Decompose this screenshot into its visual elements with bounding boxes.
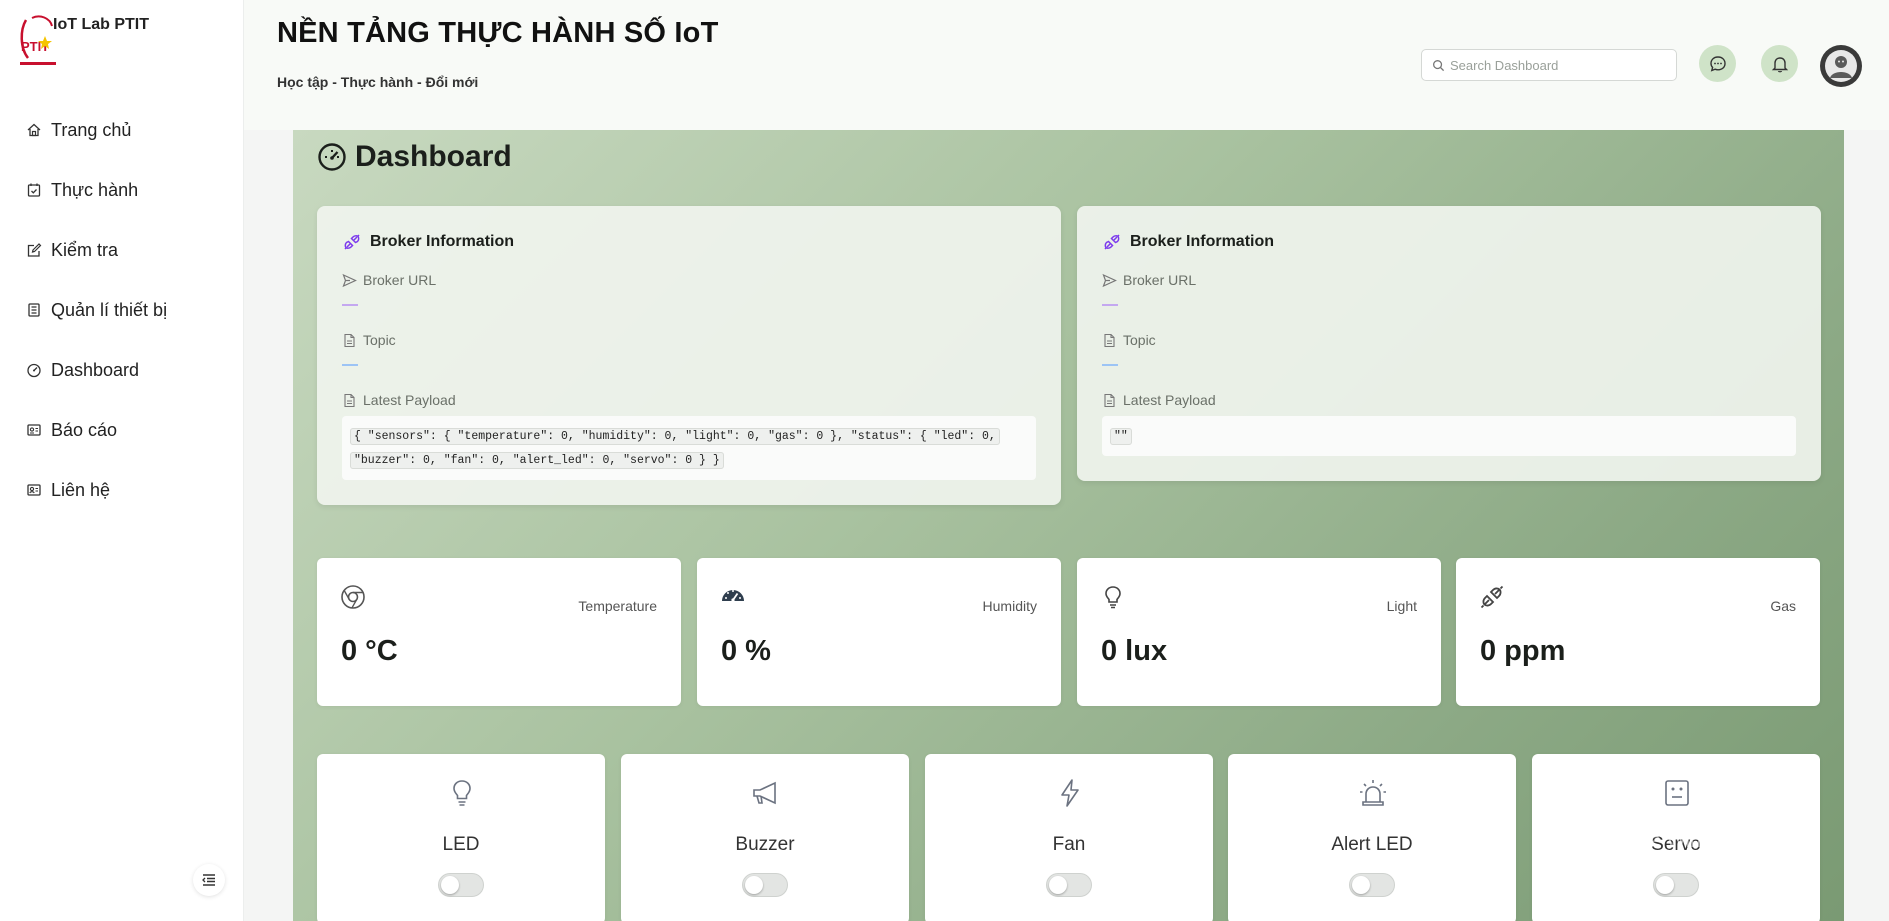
sidebar: PTIT IoT Lab PTIT Trang chủ Thực hành Ki… xyxy=(0,0,244,921)
menu-fold-icon xyxy=(202,874,215,886)
topic-value xyxy=(1102,364,1118,366)
broker-card-title: Broker Information xyxy=(1102,232,1796,252)
sidebar-item-lien-he[interactable]: Liên hệ xyxy=(0,460,244,520)
broker-info-card: Broker Information Broker URL Topic Late… xyxy=(1077,206,1821,481)
search-box[interactable] xyxy=(1421,49,1677,81)
light-value: 0 lux xyxy=(1101,635,1168,667)
robot-icon xyxy=(1665,780,1689,806)
gauge-icon xyxy=(27,363,41,378)
sidebar-item-dashboard[interactable]: Dashboard xyxy=(0,340,244,400)
led-toggle[interactable] xyxy=(438,873,484,897)
humidity-card: Humidity 0 % xyxy=(697,558,1061,706)
report-icon xyxy=(27,424,41,436)
file-icon xyxy=(1104,393,1115,407)
dashboard-heading: Dashboard xyxy=(317,140,512,174)
topic-label: Topic xyxy=(1102,332,1796,348)
siren-icon xyxy=(1360,780,1386,806)
broker-info-card: Broker Information Broker URL Topic Late… xyxy=(317,206,1061,505)
send-icon xyxy=(342,273,357,287)
broker-url-value xyxy=(1102,304,1118,306)
plug-icon xyxy=(344,234,360,250)
humidity-value: 0 % xyxy=(721,635,771,667)
page-title: NỀN TẢNG THỰC HÀNH SỐ IoT xyxy=(277,17,719,49)
sidebar-item-label: Báo cáo xyxy=(51,419,118,440)
send-icon xyxy=(1102,273,1117,287)
bulb-icon xyxy=(453,780,471,806)
sidebar-item-label: Liên hệ xyxy=(51,479,111,500)
sidebar-item-quan-li-thiet-bi[interactable]: Quản lí thiết bị xyxy=(0,280,244,340)
sidebar-item-label: Thực hành xyxy=(51,179,139,200)
edit-icon xyxy=(27,243,42,257)
messages-button[interactable] xyxy=(1699,45,1736,82)
broker-url-label: Broker URL xyxy=(1102,272,1796,288)
bell-icon xyxy=(1771,56,1788,72)
sidebar-item-label: Dashboard xyxy=(51,359,140,380)
device-card-alert-led: Alert LED xyxy=(1228,754,1516,921)
bulb-icon xyxy=(1105,586,1121,609)
avatar[interactable] xyxy=(1820,45,1862,87)
gas-card: Gas 0 ppm xyxy=(1456,558,1820,706)
sidebar-item-bao-cao[interactable]: Báo cáo xyxy=(0,400,244,460)
broker-url-value xyxy=(342,304,358,306)
page-subtitle: Học tập - Thực hành - Đổi mới xyxy=(277,74,479,90)
latest-payload-value: "" xyxy=(1102,416,1796,456)
chat-icon xyxy=(1709,55,1726,72)
dashboard-title: Dashboard xyxy=(355,140,512,173)
calendar-check-icon xyxy=(27,183,41,197)
sidebar-item-label: Quản lí thiết bị xyxy=(51,299,168,320)
gauge-icon xyxy=(722,590,744,602)
device-card-fan: Fan xyxy=(925,754,1213,921)
file-icon xyxy=(344,393,355,407)
home-icon xyxy=(27,123,41,137)
bolt-icon xyxy=(1061,779,1079,807)
device-card-buzzer: Buzzer xyxy=(621,754,909,921)
broker-card-title: Broker Information xyxy=(342,232,1036,252)
temperature-value: 0 °C xyxy=(341,635,398,667)
brand-name: IoT Lab PTIT xyxy=(53,16,149,33)
sidebar-nav: Trang chủ Thực hành Kiểm tra Quản lí thi… xyxy=(0,100,244,520)
sidebar-item-thuc-hanh[interactable]: Thực hành xyxy=(0,160,244,220)
buzzer-toggle[interactable] xyxy=(742,873,788,897)
latest-payload-label: Latest Payload xyxy=(1102,392,1796,408)
search-icon xyxy=(1433,59,1445,71)
windows-activation-watermark: Activate Windows Go to Settings to activ… xyxy=(1590,830,1811,873)
broker-url-label: Broker URL xyxy=(342,272,1036,288)
user-avatar-icon xyxy=(1825,50,1857,82)
file-icon xyxy=(1104,333,1115,347)
device-card-led: LED xyxy=(317,754,605,921)
gas-value: 0 ppm xyxy=(1480,635,1566,667)
plug-icon xyxy=(1480,585,1504,609)
megaphone-icon xyxy=(753,781,776,805)
alert-led-toggle[interactable] xyxy=(1349,873,1395,897)
sidebar-collapse-button[interactable] xyxy=(193,864,225,896)
sidebar-item-trang-chu[interactable]: Trang chủ xyxy=(0,100,244,160)
sidebar-item-label: Kiểm tra xyxy=(51,239,119,260)
list-icon xyxy=(28,303,40,317)
notifications-button[interactable] xyxy=(1761,45,1798,82)
chrome-icon xyxy=(341,585,365,609)
dashboard-main: Dashboard Broker Information Broker URL … xyxy=(293,130,1844,921)
servo-toggle[interactable] xyxy=(1653,873,1699,897)
plug-icon xyxy=(1104,234,1120,250)
fan-toggle[interactable] xyxy=(1046,873,1092,897)
file-icon xyxy=(344,333,355,347)
latest-payload-label: Latest Payload xyxy=(342,392,1036,408)
gauge-icon xyxy=(318,143,346,171)
topic-label: Topic xyxy=(342,332,1036,348)
latest-payload-value: { "sensors": { "temperature": 0, "humidi… xyxy=(342,416,1036,480)
light-card: Light 0 lux xyxy=(1077,558,1441,706)
search-input[interactable] xyxy=(1450,57,1670,73)
sidebar-item-label: Trang chủ xyxy=(51,119,132,140)
topic-value xyxy=(342,364,358,366)
header: NỀN TẢNG THỰC HÀNH SỐ IoT Học tập - Thực… xyxy=(244,0,1889,130)
temperature-card: Temperature 0 °C xyxy=(317,558,681,706)
sidebar-item-kiem-tra[interactable]: Kiểm tra xyxy=(0,220,244,280)
contact-icon xyxy=(27,484,41,496)
